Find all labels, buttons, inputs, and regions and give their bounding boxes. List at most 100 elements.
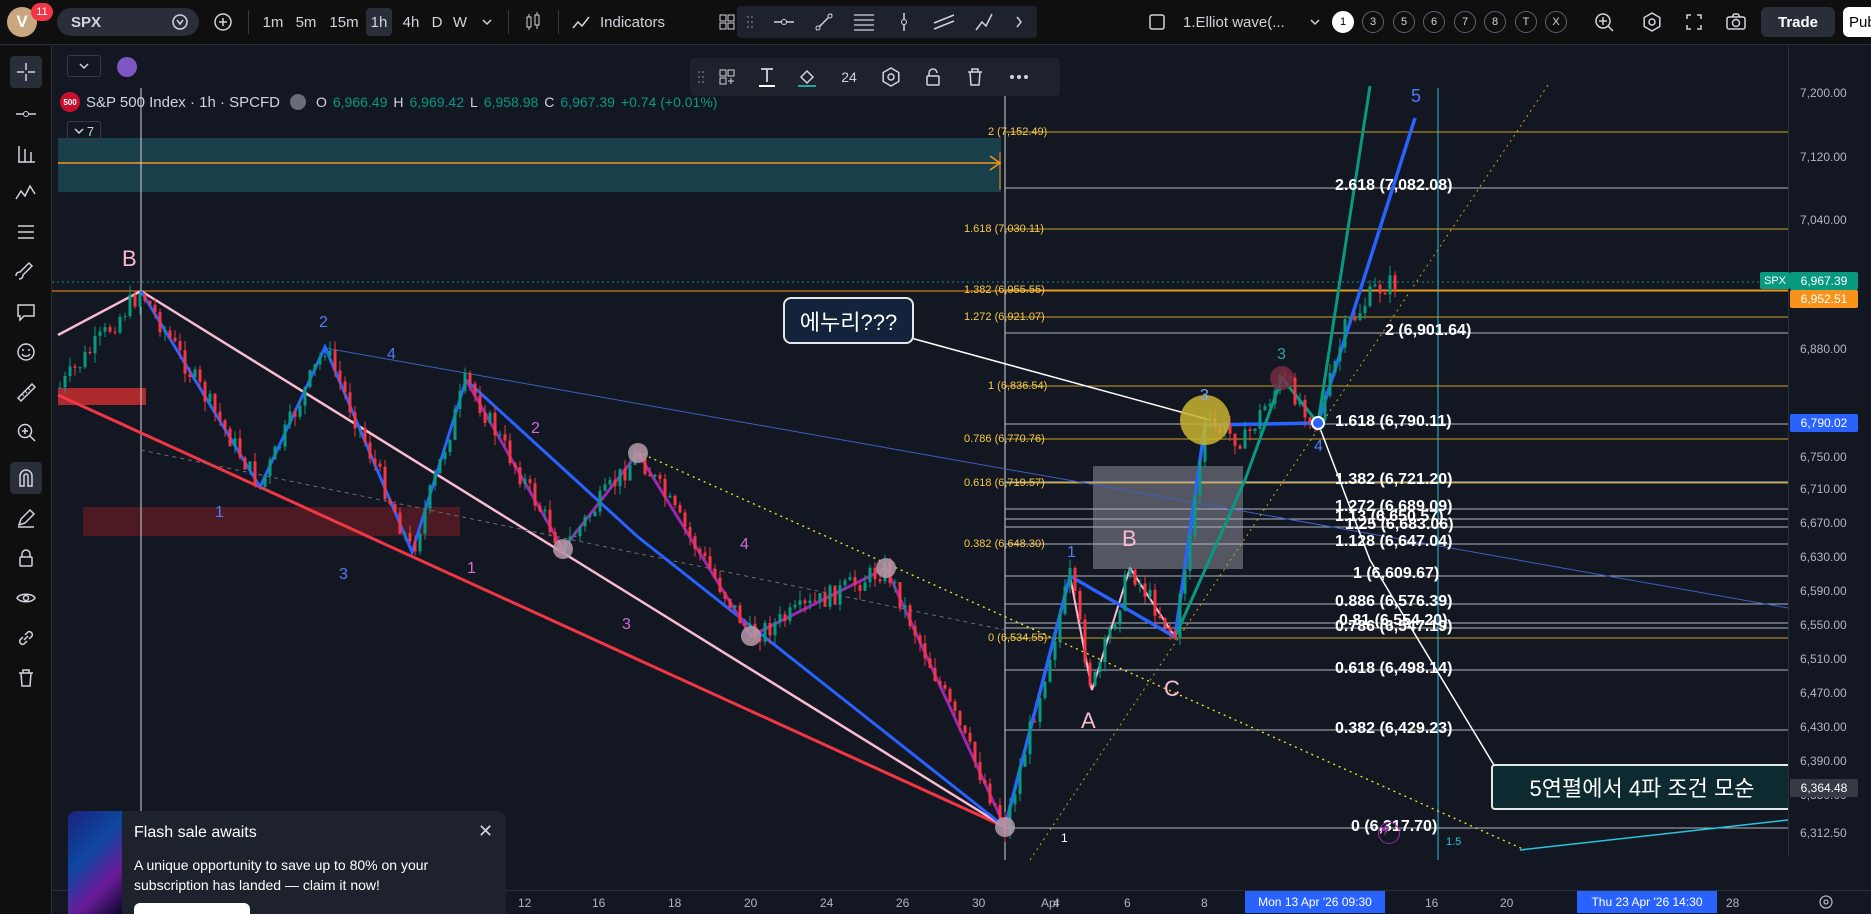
time-tick: 16 (592, 896, 606, 910)
visibility-8[interactable]: 8 (1484, 11, 1506, 33)
symbol-settings-icon[interactable] (171, 13, 189, 31)
candle-body (478, 395, 482, 413)
parallel-channel-icon[interactable] (929, 8, 959, 36)
measure-tool-icon[interactable] (10, 376, 42, 408)
replay-icon[interactable] (117, 57, 137, 77)
pattern-tool-icon[interactable] (10, 176, 42, 208)
vertical-line-icon[interactable] (889, 8, 919, 36)
horizontal-ray-icon[interactable] (769, 8, 799, 36)
interval-d[interactable]: D (427, 8, 447, 36)
crosshair-icon[interactable] (10, 56, 42, 88)
fib-tool-icon[interactable] (10, 138, 42, 170)
interval-w[interactable]: W (449, 8, 471, 36)
visibility-t[interactable]: T (1515, 11, 1537, 33)
interval-dropdown-icon[interactable] (475, 8, 499, 36)
symbol-title[interactable]: S&P 500 Index · 1h · SPCFD (86, 94, 280, 111)
indicators-button[interactable]: Indicators (570, 8, 702, 36)
time-tick: 20 (744, 896, 758, 910)
annotation-callout[interactable]: 에누리??? (783, 297, 914, 344)
promo-cta-button[interactable] (134, 903, 250, 914)
candle-body (953, 701, 957, 711)
candle-body (433, 473, 437, 486)
text-tool-icon[interactable] (10, 296, 42, 328)
candle-body (1273, 390, 1277, 404)
font-size-selector[interactable]: 24 (834, 63, 864, 91)
callout-leader-1 (899, 334, 1211, 421)
emoji-tool-icon[interactable] (10, 336, 42, 368)
annotation-callout[interactable]: 5연펼에서 4파 조건 모순 (1491, 764, 1791, 810)
link-icon[interactable] (10, 622, 42, 654)
trade-button[interactable]: Trade (1761, 7, 1835, 37)
candle-body (248, 461, 252, 470)
candle-body (378, 463, 382, 467)
candle-body (878, 579, 882, 582)
template-icon[interactable] (712, 63, 742, 91)
interval-4h[interactable]: 4h (398, 8, 424, 36)
stay-drawing-icon[interactable] (10, 502, 42, 534)
visibility-5[interactable]: 5 (1393, 11, 1415, 33)
time-settings-icon[interactable] (1818, 894, 1834, 914)
visibility-x[interactable]: X (1545, 11, 1567, 33)
camera-icon[interactable] (1720, 8, 1752, 36)
candle-body (428, 485, 432, 509)
candle-body (1368, 286, 1372, 307)
drag-handle-icon[interactable] (742, 8, 758, 36)
eye-icon[interactable] (10, 582, 42, 614)
event-marker-icon[interactable] (1378, 822, 1400, 844)
interval-5m[interactable]: 5m (291, 8, 321, 36)
forecast-tool-icon[interactable] (10, 216, 42, 248)
fullscreen-icon[interactable] (1678, 8, 1710, 36)
drawing-settings-icon[interactable] (876, 63, 906, 91)
publish-button[interactable]: Pub (1843, 7, 1871, 37)
fib-label: 1.618 (7,030.11) (964, 223, 1044, 235)
candle-body (1043, 681, 1047, 699)
trash-icon[interactable] (10, 662, 42, 694)
wave-label: 4 (740, 536, 749, 553)
horizontal-line-tool-icon[interactable] (10, 98, 42, 130)
visibility-1[interactable]: 1 (1332, 11, 1354, 33)
layout-dropdown-icon[interactable] (1305, 8, 1325, 36)
indicators-toggle[interactable]: 7 (67, 121, 101, 141)
fib-label-large: 1 (6,609.67) (1353, 565, 1440, 582)
candle-body (1338, 347, 1342, 362)
candle-body (1108, 629, 1112, 638)
drag-handle-icon[interactable] (694, 63, 708, 91)
interval-1m[interactable]: 1m (258, 8, 288, 36)
magnet-icon[interactable] (10, 462, 42, 494)
more-options-icon[interactable] (1004, 63, 1034, 91)
candle-body (793, 604, 797, 608)
lock-drawing-icon[interactable] (918, 63, 948, 91)
path-icon[interactable] (969, 8, 999, 36)
interval-1h[interactable]: 1h (366, 8, 392, 36)
more-tools-icon[interactable] (1007, 8, 1031, 36)
price-tick: 7,120.00 (1800, 150, 1847, 164)
layout-checkbox[interactable] (1143, 8, 1171, 36)
candle-body (1308, 417, 1312, 423)
trend-line-icon[interactable] (809, 8, 839, 36)
add-symbol-icon[interactable] (209, 8, 237, 36)
delete-drawing-icon[interactable] (960, 63, 990, 91)
interval-15m[interactable]: 15m (327, 8, 361, 36)
settings-icon[interactable] (1636, 8, 1668, 36)
fib-retracement-icon[interactable] (849, 8, 879, 36)
text-color-icon[interactable] (752, 63, 782, 91)
candle-body (703, 552, 707, 557)
candles-icon[interactable] (518, 8, 548, 36)
wave-label: 2 (319, 314, 328, 331)
close-icon[interactable]: ✕ (478, 821, 493, 842)
collapse-panel-button[interactable] (67, 55, 101, 77)
symbol-search[interactable]: SPX (57, 8, 199, 36)
visibility-6[interactable]: 6 (1423, 11, 1445, 33)
magnifier-icon[interactable] (1588, 8, 1620, 36)
visibility-3[interactable]: 3 (1362, 11, 1384, 33)
fill-color-icon[interactable] (792, 63, 822, 91)
lock-icon[interactable] (10, 542, 42, 574)
layout-name[interactable]: 1.Elliot wave(... (1183, 8, 1303, 36)
eye-icon[interactable] (289, 94, 306, 110)
zoom-in-icon[interactable] (10, 416, 42, 448)
candle-body (773, 622, 777, 636)
brush-tool-icon[interactable] (10, 256, 42, 288)
low-value: 6,958.98 (483, 94, 539, 110)
visibility-7[interactable]: 7 (1454, 11, 1476, 33)
candle-body (463, 372, 467, 391)
